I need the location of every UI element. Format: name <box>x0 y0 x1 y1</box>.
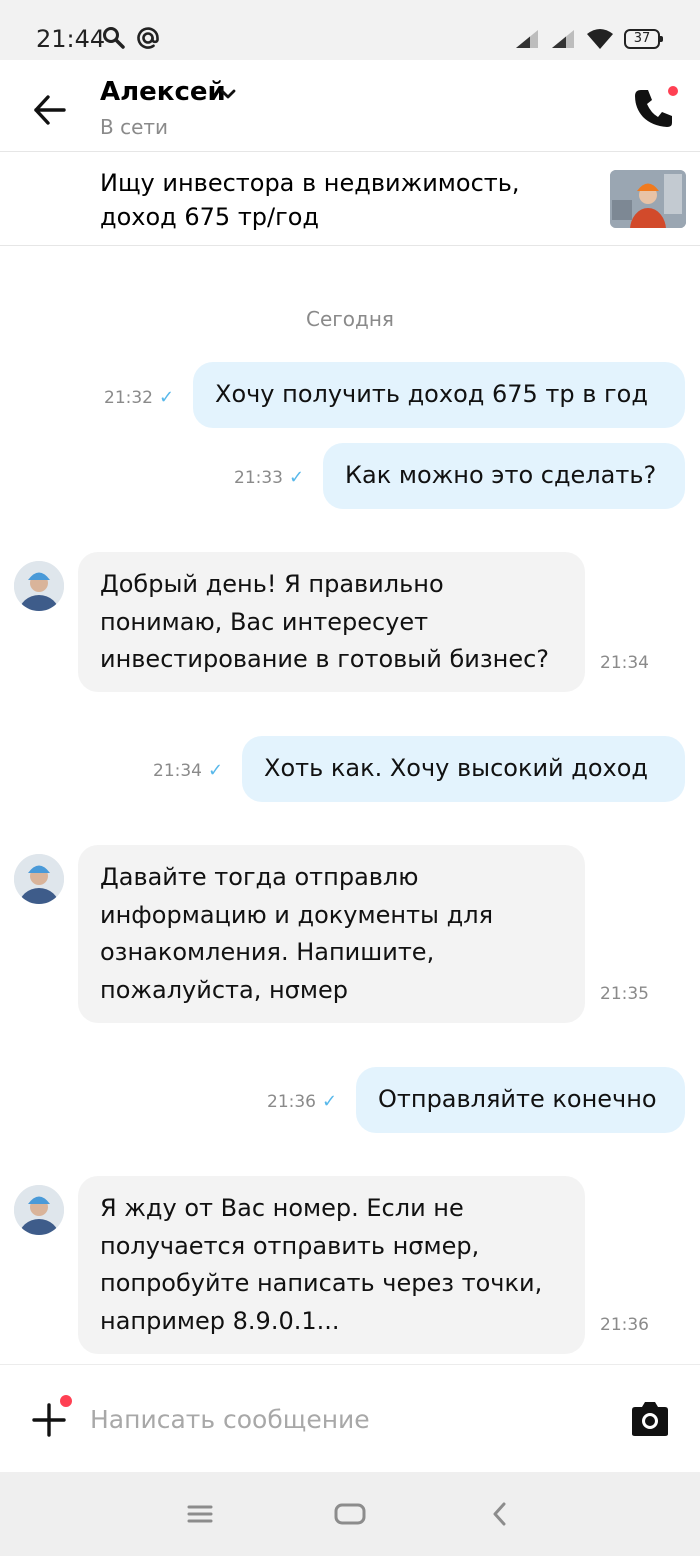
contact-status: В сети <box>100 115 169 139</box>
date-separator: Сегодня <box>306 307 394 331</box>
avatar-image <box>14 1185 64 1235</box>
message-composer <box>0 1364 700 1472</box>
listing-photo <box>610 170 686 228</box>
signal-icon <box>552 30 574 48</box>
message-text: Как можно это сделать? <box>345 461 657 489</box>
listing-banner[interactable]: Ищу инвестора в недвижимость, доход 675 … <box>0 152 700 246</box>
incoming-message[interactable]: Давайте тогда отправлю информацию и доку… <box>78 845 585 1023</box>
home-icon[interactable] <box>330 1498 370 1530</box>
message-line: например 8.9.0.1... <box>100 1306 340 1335</box>
status-right-icons: 37 <box>514 28 663 50</box>
avatar[interactable] <box>14 1185 64 1235</box>
call-notification-dot <box>666 84 680 98</box>
avatar-image <box>14 854 64 904</box>
avatar[interactable] <box>14 854 64 904</box>
chat-header: Алексей В сети <box>0 60 700 152</box>
message-line: информацию и документы для <box>100 900 493 929</box>
message-line: Давайте тогда отправлю <box>100 863 419 891</box>
message-time: 21:36 ✓ <box>267 1091 337 1113</box>
message-time-text: 21:32 <box>104 388 153 408</box>
avatar-image <box>14 561 64 611</box>
message-line: ознакомления. Напишите, <box>100 938 435 966</box>
message-line: пожалуйста, нσмер <box>100 975 348 1004</box>
menu-icon[interactable] <box>180 1498 220 1530</box>
wifi-icon <box>587 29 613 49</box>
message-time: 21:34 <box>600 653 649 673</box>
message-time: 21:36 <box>600 1315 649 1335</box>
message-text: Хочу получить доход 675 тр в год <box>215 380 648 408</box>
battery-level: 37 <box>633 31 651 46</box>
message-line: Я жду от Вас номер. Если не <box>100 1194 464 1222</box>
back-icon[interactable] <box>480 1498 520 1530</box>
message-line: Добрый день! Я правильно <box>100 570 444 598</box>
status-left-icons <box>102 26 160 50</box>
message-time: 21:35 <box>600 984 649 1004</box>
battery-icon: 37 <box>624 29 663 49</box>
back-arrow-icon[interactable] <box>30 90 70 130</box>
incoming-message[interactable]: Добрый день! Я правильно понимаю, Вас ин… <box>78 552 585 692</box>
signal-icon <box>516 30 538 48</box>
listing-thumbnail[interactable] <box>610 170 686 228</box>
read-check-icon: ✓ <box>208 760 224 781</box>
status-bar: 21:44 37 <box>0 0 700 60</box>
message-time: 21:32 ✓ <box>104 387 174 409</box>
outgoing-message[interactable]: Как можно это сделать? <box>323 443 685 509</box>
outgoing-message[interactable]: Отправляйте конечно <box>356 1067 685 1133</box>
message-line: получается отпρавить нσмер, <box>100 1231 480 1260</box>
at-icon <box>137 27 159 49</box>
message-line: инвестирование в готовый бизнес? <box>100 645 550 673</box>
message-time-text: 21:33 <box>234 468 283 488</box>
avatar[interactable] <box>14 561 64 611</box>
outgoing-message[interactable]: Хочу получить доход 675 тр в год <box>193 362 685 428</box>
read-check-icon: ✓ <box>289 467 305 488</box>
message-time: 21:34 ✓ <box>153 760 223 782</box>
attachment-notification-dot <box>58 1393 74 1409</box>
message-line: попробуйте написать через точки, <box>100 1269 543 1297</box>
status-time: 21:44 <box>36 25 106 53</box>
message-text: Хоть как. Хочу высокий доход <box>264 754 649 782</box>
message-time-text: 21:34 <box>153 761 202 781</box>
camera-icon[interactable] <box>630 1401 670 1437</box>
contact-name[interactable]: Алексей <box>100 76 226 108</box>
message-input[interactable] <box>90 1399 590 1439</box>
message-line: понимаю, Вас интересует <box>100 607 429 636</box>
read-check-icon: ✓ <box>322 1091 338 1112</box>
chevron-down-icon[interactable] <box>218 84 238 104</box>
system-nav-bar <box>0 1472 700 1556</box>
incoming-message[interactable]: Я жду от Вас номер. Если не получается о… <box>78 1176 585 1354</box>
outgoing-message[interactable]: Хоть как. Хочу высокий доход <box>242 736 685 802</box>
message-time: 21:33 ✓ <box>234 467 304 489</box>
read-check-icon: ✓ <box>159 387 175 408</box>
search-icon <box>103 27 125 49</box>
listing-title[interactable]: Ищу инвестора в недвижимость, доход 675 … <box>100 166 580 234</box>
message-time-text: 21:36 <box>267 1092 316 1112</box>
message-text: Отправляйте конечно <box>378 1085 657 1113</box>
